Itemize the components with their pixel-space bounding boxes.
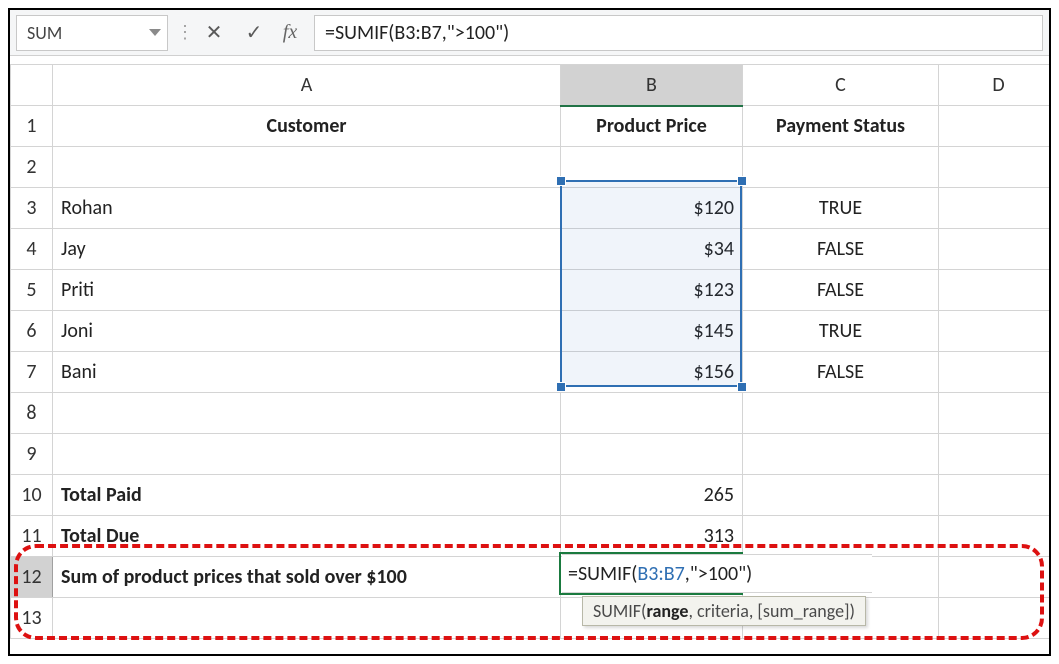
- cell-D7[interactable]: [939, 352, 1050, 393]
- cell-A11[interactable]: Total Due: [53, 516, 561, 557]
- row-header[interactable]: 2: [11, 147, 53, 188]
- cell-B8[interactable]: [561, 393, 743, 434]
- cell-A8[interactable]: [53, 393, 561, 434]
- row-header[interactable]: 7: [11, 352, 53, 393]
- row-6: 6 Joni $145 TRUE: [11, 311, 1050, 352]
- cell-D8[interactable]: [939, 393, 1050, 434]
- cell-B5[interactable]: $123: [561, 270, 743, 311]
- cell-A2[interactable]: [53, 147, 561, 188]
- formula-bar-input[interactable]: =SUMIF(B3:B7,">100"): [314, 15, 1043, 51]
- select-all-corner[interactable]: [11, 65, 53, 106]
- cell-C6[interactable]: TRUE: [743, 311, 939, 352]
- cell-B12[interactable]: [561, 557, 743, 598]
- cell-C12[interactable]: [743, 557, 939, 598]
- row-header[interactable]: 3: [11, 188, 53, 229]
- fx-icon[interactable]: fx: [274, 21, 310, 44]
- row-header[interactable]: 4: [11, 229, 53, 270]
- cell-D13[interactable]: [939, 598, 1050, 639]
- cell-A13[interactable]: [53, 598, 561, 639]
- row-header[interactable]: 1: [11, 106, 53, 147]
- row-header[interactable]: 11: [11, 516, 53, 557]
- row-9: 9: [11, 434, 1050, 475]
- col-header-A[interactable]: A: [53, 65, 561, 106]
- cell-D1[interactable]: [939, 106, 1050, 147]
- cell-D10[interactable]: [939, 475, 1050, 516]
- row-13: 13: [11, 598, 1050, 639]
- toolbar-separator: [182, 16, 188, 50]
- cell-B9[interactable]: [561, 434, 743, 475]
- row-12: 12 Sum of product prices that sold over …: [11, 557, 1050, 598]
- formula-toolbar: SUM fx =SUMIF(B3:B7,">100"): [10, 10, 1049, 56]
- cell-B13[interactable]: [561, 598, 743, 639]
- cell-A3[interactable]: Rohan: [53, 188, 561, 229]
- cell-D4[interactable]: [939, 229, 1050, 270]
- name-box[interactable]: SUM: [16, 15, 168, 51]
- col-header-B[interactable]: B: [561, 65, 743, 106]
- cell-D12[interactable]: [939, 557, 1050, 598]
- cell-B2[interactable]: [561, 147, 743, 188]
- cell-C9[interactable]: [743, 434, 939, 475]
- chevron-down-icon[interactable]: [149, 29, 161, 36]
- cell-D2[interactable]: [939, 147, 1050, 188]
- cell-D9[interactable]: [939, 434, 1050, 475]
- cancel-button[interactable]: [194, 16, 234, 50]
- cell-D6[interactable]: [939, 311, 1050, 352]
- row-header[interactable]: 9: [11, 434, 53, 475]
- row-header[interactable]: 10: [11, 475, 53, 516]
- cell-C7[interactable]: FALSE: [743, 352, 939, 393]
- cell-C1[interactable]: Payment Status: [743, 106, 939, 147]
- cell-B1[interactable]: Product Price: [561, 106, 743, 147]
- row-header[interactable]: 13: [11, 598, 53, 639]
- cell-A7[interactable]: Bani: [53, 352, 561, 393]
- row-header[interactable]: 8: [11, 393, 53, 434]
- cell-B11[interactable]: 313: [561, 516, 743, 557]
- row-5: 5 Priti $123 FALSE: [11, 270, 1050, 311]
- cell-D5[interactable]: [939, 270, 1050, 311]
- row-header[interactable]: 6: [11, 311, 53, 352]
- app-window: SUM fx =SUMIF(B3:B7,">100") A B C D 1: [8, 8, 1051, 656]
- cell-C2[interactable]: [743, 147, 939, 188]
- row-8: 8: [11, 393, 1050, 434]
- cell-A6[interactable]: Joni: [53, 311, 561, 352]
- check-icon: [246, 20, 263, 45]
- cell-C4[interactable]: FALSE: [743, 229, 939, 270]
- row-1: 1 Customer Product Price Payment Status: [11, 106, 1050, 147]
- cell-C3[interactable]: TRUE: [743, 188, 939, 229]
- cell-C8[interactable]: [743, 393, 939, 434]
- sheet-table: A B C D 1 Customer Product Price Payment…: [10, 64, 1049, 639]
- cell-D3[interactable]: [939, 188, 1050, 229]
- cell-A9[interactable]: [53, 434, 561, 475]
- cell-A12[interactable]: Sum of product prices that sold over $10…: [53, 557, 561, 598]
- formula-bar-text: =SUMIF(B3:B7,">100"): [325, 21, 509, 45]
- row-header[interactable]: 5: [11, 270, 53, 311]
- cell-B7[interactable]: $156: [561, 352, 743, 393]
- cell-C10[interactable]: [743, 475, 939, 516]
- row-10: 10 Total Paid 265: [11, 475, 1050, 516]
- cell-C13[interactable]: [743, 598, 939, 639]
- cell-C11[interactable]: [743, 516, 939, 557]
- col-header-D[interactable]: D: [939, 65, 1050, 106]
- cell-D11[interactable]: [939, 516, 1050, 557]
- cell-B4[interactable]: $34: [561, 229, 743, 270]
- cell-A5[interactable]: Priti: [53, 270, 561, 311]
- enter-button[interactable]: [234, 16, 274, 50]
- row-7: 7 Bani $156 FALSE: [11, 352, 1050, 393]
- cell-C5[interactable]: FALSE: [743, 270, 939, 311]
- cell-B10[interactable]: 265: [561, 475, 743, 516]
- cell-A10[interactable]: Total Paid: [53, 475, 561, 516]
- name-box-value: SUM: [27, 22, 62, 44]
- row-header[interactable]: 12: [11, 557, 53, 598]
- row-11: 11 Total Due 313: [11, 516, 1050, 557]
- spreadsheet-grid[interactable]: A B C D 1 Customer Product Price Payment…: [10, 64, 1049, 654]
- col-header-C[interactable]: C: [743, 65, 939, 106]
- x-icon: [206, 20, 223, 45]
- row-4: 4 Jay $34 FALSE: [11, 229, 1050, 270]
- column-header-row: A B C D: [11, 65, 1050, 106]
- cell-B3[interactable]: $120: [561, 188, 743, 229]
- cell-A4[interactable]: Jay: [53, 229, 561, 270]
- row-3: 3 Rohan $120 TRUE: [11, 188, 1050, 229]
- cell-B6[interactable]: $145: [561, 311, 743, 352]
- row-2: 2: [11, 147, 1050, 188]
- cell-A1[interactable]: Customer: [53, 106, 561, 147]
